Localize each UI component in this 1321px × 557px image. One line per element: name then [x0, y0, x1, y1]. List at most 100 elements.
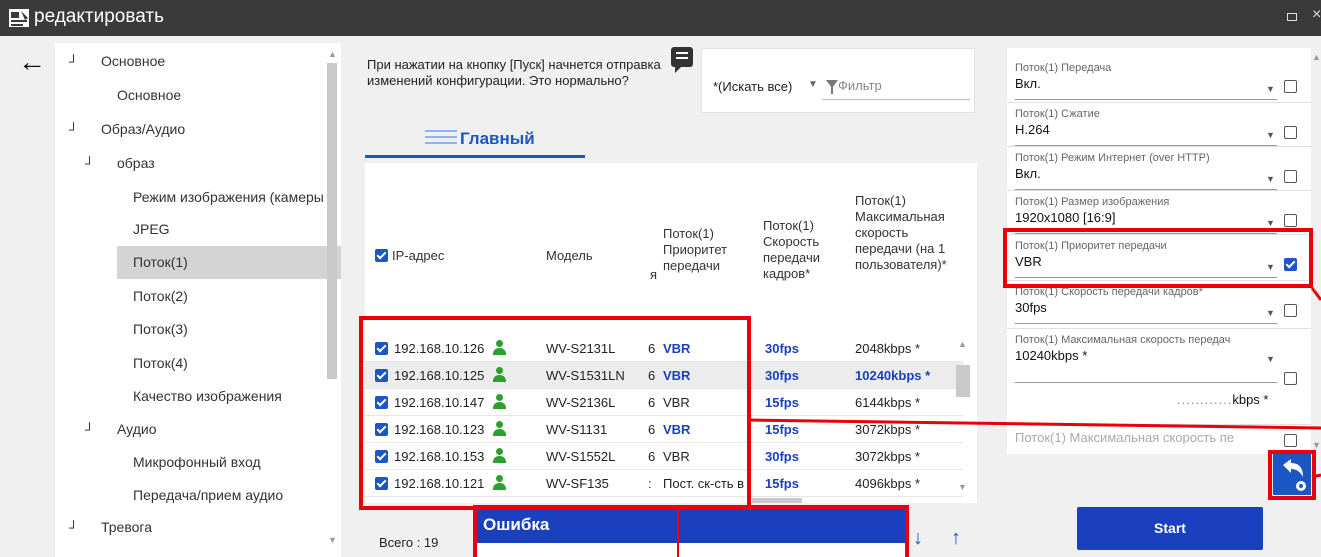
scroll-up-icon[interactable]: ▲: [958, 339, 967, 349]
property-field[interactable]: Поток(1) Максимальная скорость пе▼: [1015, 430, 1277, 454]
row-checkbox[interactable]: [375, 423, 388, 436]
scroll-down-icon[interactable]: ▼: [958, 482, 967, 492]
close-icon[interactable]: ×: [1312, 6, 1321, 24]
chevron-down-icon[interactable]: ▼: [1266, 130, 1275, 140]
arrow-up-icon[interactable]: ↑: [951, 527, 961, 550]
property-value[interactable]: Вкл.: [1015, 166, 1277, 181]
col-header-maxbitrate[interactable]: Поток(1) Максимальная скорость передачи …: [855, 193, 951, 273]
tree-item-stream3[interactable]: Поток(3): [55, 313, 341, 346]
tree-item-basic[interactable]: Основное: [55, 79, 341, 112]
chevron-down-icon[interactable]: ▼: [808, 79, 818, 90]
table-row[interactable]: 192.168.10.126 WV-S2131L 6 VBR 30fps 2048kbps…: [365, 335, 963, 362]
property-value[interactable]: H.264: [1015, 122, 1277, 137]
chevron-down-icon[interactable]: ▼: [1266, 218, 1275, 228]
table-row[interactable]: 192.168.10.121 WV-SF135: Пост. ск-сть в 15f…: [365, 470, 963, 497]
col-header-ip[interactable]: IP-адрес: [392, 248, 444, 264]
row-checkbox[interactable]: [375, 342, 388, 355]
property-field[interactable]: Поток(1) Передача Вкл. ▼: [1015, 62, 1277, 100]
col-header-hidden[interactable]: я: [650, 267, 657, 283]
row-checkbox[interactable]: [375, 450, 388, 463]
scroll-up-icon[interactable]: ▲: [328, 49, 337, 59]
tree-item-jpeg[interactable]: JPEG: [55, 213, 341, 246]
row-checkbox[interactable]: [375, 396, 388, 409]
table-hscrollbar[interactable]: [640, 497, 970, 505]
property-checkbox[interactable]: [1284, 258, 1297, 271]
table-row[interactable]: 192.168.10.123 WV-S1131 6 VBR 15fps 3072kbps …: [365, 416, 963, 443]
property-checkbox[interactable]: [1284, 126, 1297, 139]
cell-priority: VBR: [663, 341, 691, 356]
property-checkbox[interactable]: [1284, 80, 1297, 93]
row-checkbox[interactable]: [375, 369, 388, 382]
tree-item-mic-input[interactable]: Микрофонный вход: [55, 446, 341, 479]
row-checkbox[interactable]: [375, 477, 388, 490]
property-checkbox[interactable]: [1284, 434, 1297, 447]
chevron-down-icon[interactable]: ▼: [1266, 354, 1275, 364]
table-scrollbar[interactable]: ▲ ▼: [953, 335, 973, 501]
property-field[interactable]: Поток(1) Приоритет передачи VBR ▼: [1015, 240, 1277, 278]
cell-ip: 192.168.10.153: [394, 449, 485, 464]
property-checkbox[interactable]: [1284, 170, 1297, 183]
search-scope-select[interactable]: *(Искать все): [713, 79, 792, 94]
back-arrow-icon[interactable]: ←: [18, 48, 46, 76]
scroll-down-icon[interactable]: ▼: [328, 535, 337, 545]
chat-icon[interactable]: [671, 47, 693, 73]
property-field[interactable]: Поток(1) Режим Интернет (over HTTP) Вкл. ▼: [1015, 152, 1277, 190]
property-field[interactable]: Поток(1) Скорость передачи кадров* 30fps ▼: [1015, 286, 1277, 324]
property-checkbox[interactable]: [1284, 304, 1297, 317]
tree-item-stream4[interactable]: Поток(4): [55, 347, 341, 380]
collapse-icon[interactable]: ┘: [69, 45, 78, 78]
col-header-model[interactable]: Модель: [546, 248, 593, 264]
scroll-thumb[interactable]: [956, 365, 970, 397]
tree-item-basic-group[interactable]: ┘ Основное: [55, 45, 341, 78]
kbps-field[interactable]: ............kbps *: [1177, 392, 1268, 407]
property-value[interactable]: 1920x1080 [16:9]: [1015, 210, 1277, 225]
collapse-icon[interactable]: ┘: [85, 413, 94, 446]
tree-item-image[interactable]: ┘ образ: [55, 147, 341, 180]
tree-item-audio-transfer[interactable]: Передача/прием аудио: [55, 479, 341, 512]
chevron-down-icon[interactable]: ▼: [1266, 84, 1275, 94]
tab-main[interactable]: Главный: [365, 118, 585, 158]
property-checkbox[interactable]: [1284, 372, 1297, 385]
tree-scrollbar[interactable]: ▲ ▼: [325, 47, 339, 552]
tree-item-label: Поток(4): [133, 355, 188, 371]
chevron-down-icon[interactable]: ▼: [1266, 174, 1275, 184]
chevron-down-icon[interactable]: ▼: [1266, 308, 1275, 318]
col-header-priority[interactable]: Поток(1) Приоритет передачи: [663, 226, 741, 274]
arrow-down-icon[interactable]: ↓: [913, 527, 923, 550]
property-value[interactable]: Вкл.: [1015, 76, 1277, 91]
tree-item-camera-mode[interactable]: Режим изображения (камеры: [55, 181, 341, 214]
filter-input[interactable]: Фильтр: [838, 78, 882, 93]
collapse-icon[interactable]: ┘: [85, 147, 94, 180]
property-field[interactable]: Поток(1) Максимальная скорость передач 10…: [1015, 334, 1277, 383]
table-row[interactable]: 192.168.10.153 WV-S1552L 6 VBR 30fps 3072kbps…: [365, 443, 963, 470]
scroll-thumb[interactable]: [752, 498, 802, 503]
scroll-up-icon[interactable]: ▲: [1312, 52, 1321, 62]
table-row[interactable]: 192.168.10.125 WV-S1531LN 6 VBR 30fps 10240kb…: [365, 362, 963, 389]
tree-item-stream2[interactable]: Поток(2): [55, 280, 341, 313]
property-label: Поток(1) Скорость передачи кадров*: [1015, 286, 1203, 298]
select-all-checkbox[interactable]: [375, 249, 388, 262]
chevron-down-icon[interactable]: ▼: [1266, 262, 1275, 272]
property-field[interactable]: Поток(1) Сжатие H.264 ▼: [1015, 108, 1277, 146]
cell-hidden: :: [648, 476, 652, 491]
scroll-thumb[interactable]: [327, 63, 337, 379]
property-value[interactable]: 10240kbps *: [1015, 348, 1277, 363]
table-row[interactable]: 192.168.10.147 WV-S2136L 6 VBR 15fps 6144kbps…: [365, 389, 963, 416]
scroll-down-icon[interactable]: ▼: [1312, 440, 1321, 450]
collapse-icon[interactable]: ┘: [69, 113, 78, 146]
undo-settings-icon[interactable]: [1273, 453, 1311, 495]
tree-item-alarm[interactable]: ┘ Тревога: [55, 511, 341, 544]
start-button[interactable]: Start: [1077, 507, 1263, 550]
properties-scrollbar[interactable]: ▲ ▼: [1311, 48, 1321, 454]
tree-item-image-quality[interactable]: Качество изображения: [55, 380, 341, 413]
property-field[interactable]: Поток(1) Размер изображения 1920x1080 [16…: [1015, 196, 1277, 234]
property-value[interactable]: VBR: [1015, 254, 1277, 269]
col-header-framerate[interactable]: Поток(1) Скорость передачи кадров*: [763, 218, 833, 282]
tree-item-stream1[interactable]: Поток(1): [117, 246, 341, 279]
property-value[interactable]: 30fps: [1015, 300, 1277, 315]
tree-item-image-audio[interactable]: ┘ Образ/Аудио: [55, 113, 341, 146]
tree-item-audio[interactable]: ┘ Аудио: [55, 413, 341, 446]
maximize-icon[interactable]: [1287, 13, 1297, 21]
collapse-icon[interactable]: ┘: [69, 511, 78, 544]
property-checkbox[interactable]: [1284, 214, 1297, 227]
